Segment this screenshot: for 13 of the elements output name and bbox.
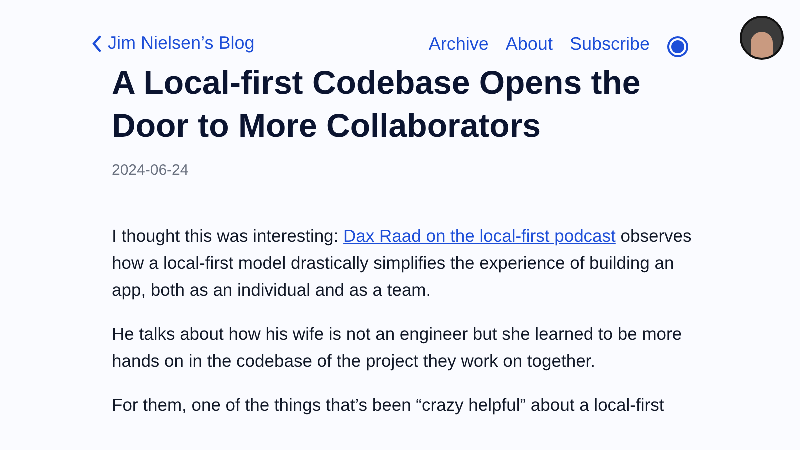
paragraph: For them, one of the things that’s been “crazy helpful” about a local-first	[112, 394, 666, 417]
back-link[interactable]: Jim Nielsen’s Blog	[92, 30, 255, 57]
paragraph: I thought this was interesting: Dax Raad on the local-first podcast observes how a local-first model drastically simplifies the experience of building an app, both as an individual and as a team.	[112, 224, 693, 302]
avatar[interactable]	[740, 16, 784, 60]
nav-link[interactable]: About	[506, 30, 553, 58]
podcast-link[interactable]: Dax Raad on the local-first podcast	[344, 226, 616, 246]
article-title: A Local-first Codebase Opens the Door to More Collaborators	[112, 63, 642, 146]
nav-link[interactable]: Archive	[428, 30, 489, 58]
article-date: 2024-06-24	[112, 161, 190, 181]
chevron-left-icon	[92, 34, 102, 52]
nav-link[interactable]: Subscribe	[570, 30, 650, 58]
paragraph: He talks about how his wife is not an engineer but she learned to be more hands on in the codebase of the project they work on together.	[112, 322, 684, 373]
theme-toggle-icon[interactable]	[667, 36, 689, 58]
